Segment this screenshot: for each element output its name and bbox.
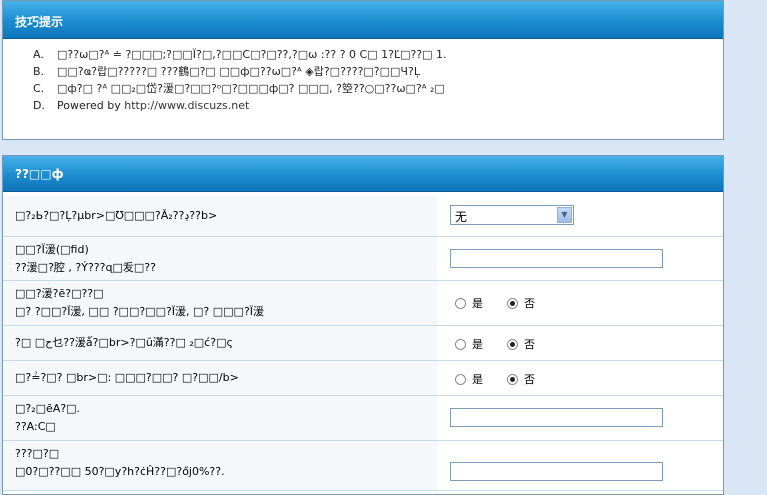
fid-input[interactable] (450, 249, 663, 268)
yes-radio[interactable] (455, 338, 466, 350)
no-radio[interactable] (507, 338, 518, 350)
tip-item: C. □ф?□ ?ᴬ □□₂□岱?湲□?□□?ᵒ□?□□□ф□? □□□, ?箜?… (33, 82, 445, 95)
chevron-down-icon[interactable]: ▼ (557, 207, 572, 223)
setting-text-input[interactable] (450, 408, 663, 427)
setting-text-input[interactable] (450, 462, 663, 481)
tips-panel: 技巧提示 A. □??ω□?ᴬ ≐ ?□□□;?□□Ï?□,?□□C□?□??,?… (2, 0, 724, 140)
settings-title: ??□□ф (3, 156, 723, 192)
settings-panel: ??□□ф □?₂Ь?□?Ļ?µbr>□Ʊ□□□?Ǎڍ??₂??b> 无 ▼ □… (2, 155, 724, 495)
yes-no-radio-group: 是 否 (455, 371, 559, 387)
yes-radio[interactable] (455, 297, 466, 309)
setting-desc: □? ?□□?Ï湲, □□ ?□□?□□?Ï湲, □? □□□?Ï湲 (15, 305, 265, 318)
setting-label: □?₂Ь?□?Ļ?µbr>□Ʊ□□□?Ǎڍ??₂??b> (3, 196, 437, 236)
no-radio[interactable] (507, 373, 518, 385)
setting-select[interactable]: 无 ▼ (450, 205, 574, 225)
setting-label: □□?Ï湲(□fid) (15, 243, 89, 256)
yes-no-radio-group: 是 否 (455, 336, 559, 352)
powered-by-link[interactable]: http://www.discuzs.net (124, 99, 249, 112)
yes-no-radio-group: 是 否 (455, 295, 559, 311)
settings-row: ?□ □ح乜??湲ǻ?□br>?□ŭ滿??□ ₂□ć?□ς 是 否 (3, 326, 723, 361)
setting-label: □?≟?□? □br>□: □□□?□□? □?□□/b> (3, 361, 437, 395)
tip-item: D. Powered by http://www.discuzs.net (33, 99, 250, 112)
no-radio[interactable] (507, 297, 518, 309)
setting-desc: ??A:C□ (15, 420, 56, 433)
setting-label: ???□?□ (15, 447, 60, 460)
settings-row: □□?湲?ē?□??□ □? ?□□?Ï湲, □□ ?□□?□□?Ï湲, □? … (3, 281, 723, 326)
settings-row: ???□?□ □0?□??□□ 50?□y?h?ċĤ??□?őj0%??. (3, 441, 723, 491)
tips-title: 技巧提示 (3, 1, 723, 39)
tips-list: A. □??ω□?ᴬ ≐ ?□□□;?□□Ï?□,?□□C□?□??,?□ω :?… (3, 39, 723, 114)
settings-row: □?₂□ēA?□. ??A:C□ (3, 396, 723, 441)
tip-item: A. □??ω□?ᴬ ≐ ?□□□;?□□Ï?□,?□□C□?□??,?□ω :?… (33, 48, 447, 61)
setting-desc: ??湲□?腔 , ?Ý???ɋ□叐□?? (15, 261, 156, 274)
yes-radio[interactable] (455, 373, 466, 385)
setting-label: □?₂□ēA?□. (15, 402, 81, 415)
setting-label: □□?湲?ē?□??□ (15, 287, 104, 300)
tip-item: B. □□?ҩ?랍□?????□ ???鶴□?□ □□ф□??ω□?ᴬ ◈랍?□?… (33, 65, 420, 78)
settings-row: □□?Ï湲(□fid) ??湲□?腔 , ?Ý???ɋ□叐□?? (3, 237, 723, 281)
settings-rows: □?₂Ь?□?Ļ?µbr>□Ʊ□□□?Ǎڍ??₂??b> 无 ▼ □□?Ï湲(□… (3, 196, 723, 491)
settings-row: □?≟?□? □br>□: □□□?□□? □?□□/b> 是 否 (3, 361, 723, 396)
settings-row: □?₂Ь?□?Ļ?µbr>□Ʊ□□□?Ǎڍ??₂??b> 无 ▼ (3, 196, 723, 237)
setting-label: ?□ □ح乜??湲ǻ?□br>?□ŭ滿??□ ₂□ć?□ς (3, 326, 437, 360)
setting-desc: □0?□??□□ 50?□y?h?ċĤ??□?őj0%??. (15, 465, 225, 478)
